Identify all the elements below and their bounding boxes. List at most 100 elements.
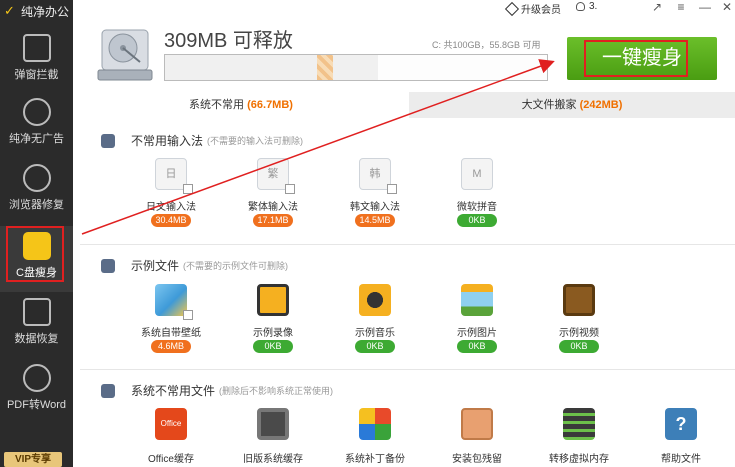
sidebar-item-popup-block[interactable]: 弹窗拦截 — [0, 28, 73, 94]
recovery-icon — [22, 298, 51, 326]
sidebar-item-label: 浏览器修复 — [9, 199, 64, 211]
item-name: 繁体输入法 — [248, 202, 298, 213]
section-title: 不常用输入法 — [131, 134, 204, 148]
sidebar-item-data-recovery[interactable]: 数据恢复 — [0, 292, 73, 358]
sidebar-item-label: 弹窗拦截 — [14, 69, 59, 81]
item-size-badge: 30.4MB — [151, 214, 191, 227]
film-icon — [563, 284, 595, 316]
hard-disk-icon — [97, 29, 153, 81]
user-account[interactable]: 3. — [576, 1, 597, 12]
office-icon: Office — [155, 408, 187, 440]
item-name: 示例录像 — [253, 328, 293, 339]
item-name: 示例音乐 — [355, 328, 395, 339]
picture-icon — [461, 284, 493, 316]
item-name: 转移虚拟内存 — [549, 454, 609, 465]
monitor-icon — [257, 408, 289, 440]
app-title: 纯净办公 — [21, 4, 70, 19]
memory-chip-icon — [563, 408, 595, 440]
item-size-badge: 14.5MB — [355, 214, 395, 227]
block-icon — [22, 34, 51, 62]
sidebar-item-c-drive-slim[interactable]: C盘瘦身 — [0, 226, 73, 292]
sidebar-item-label: PDF转Word — [6, 399, 67, 411]
sidebar-item-label: 纯净无广告 — [9, 133, 64, 145]
item-name: 帮助文件 — [661, 454, 701, 465]
item-name: 示例图片 — [457, 328, 497, 339]
item-checkbox[interactable] — [183, 310, 193, 320]
patch-icon — [359, 408, 391, 440]
section-note: (不需要的输入法可删除) — [207, 136, 304, 146]
ime-pinyin-icon: M — [461, 158, 493, 190]
section-title-ime: 不常用输入法 (不需要的输入法可删除) — [101, 132, 303, 149]
item-name: 系统补丁备份 — [345, 454, 405, 465]
tab-label: 系统不常用 — [189, 99, 245, 111]
tab-label: 大文件搬家 — [521, 99, 577, 111]
system-files-section-icon — [101, 383, 115, 398]
close-icon[interactable]: ✕ — [720, 0, 734, 14]
highlight-box — [584, 40, 688, 77]
tab-system-uncommon[interactable]: 系统不常用 (66.7MB) — [73, 92, 409, 118]
item-size-badge: 17.1MB — [253, 214, 293, 227]
tab-big-file-move[interactable]: 大文件搬家 (242MB) — [409, 92, 735, 118]
one-click-slim-button[interactable]: 一键瘦身 — [567, 37, 717, 80]
section-divider — [80, 244, 735, 245]
ad-free-icon — [22, 98, 51, 126]
item-checkbox[interactable] — [387, 184, 397, 194]
item-checkbox[interactable] — [183, 184, 193, 194]
item-name: 安装包残留 — [452, 454, 502, 465]
menu-icon[interactable]: ≡ — [674, 0, 688, 14]
camera-icon — [257, 284, 289, 316]
package-icon — [461, 408, 493, 440]
item-name: 微软拼音 — [457, 202, 497, 213]
tab-value: (242MB) — [579, 99, 623, 111]
item-name: 韩文输入法 — [350, 202, 400, 213]
tab-value: (66.7MB) — [247, 99, 293, 111]
item-name: Office缓存 — [148, 454, 194, 465]
releasable-segment — [317, 55, 333, 80]
minimize-icon[interactable]: — — [698, 0, 712, 14]
sidebar-item-ad-free[interactable]: 纯净无广告 — [0, 92, 73, 158]
releasable-size-title: 309MB 可释放 — [164, 30, 293, 52]
item-name: 日文输入法 — [146, 202, 196, 213]
item-size-badge: 0KB — [253, 340, 293, 353]
user-name: 3. — [589, 1, 598, 12]
item-size-badge: 0KB — [355, 340, 395, 353]
vip-badge[interactable]: VIP专享 — [4, 452, 62, 467]
app-logo-icon: ✓ — [4, 3, 15, 18]
section-title: 系统不常用文件 — [131, 384, 216, 398]
item-name: 示例视频 — [559, 328, 599, 339]
item-size-badge: 0KB — [457, 340, 497, 353]
item-size-badge: 0KB — [559, 340, 599, 353]
shield-home-icon — [22, 164, 51, 192]
sidebar: ✓ 纯净办公 弹窗拦截 纯净无广告 浏览器修复 C盘瘦身 数据恢复 PDF转Wo… — [0, 0, 73, 467]
app-brand: ✓ 纯净办公 — [0, 0, 73, 22]
user-icon — [576, 2, 585, 11]
highlight-box — [6, 226, 64, 282]
capacity-info: C: 共100GB，55.8GB 可用 — [432, 40, 541, 50]
sample-section-icon — [101, 258, 115, 273]
pdf-icon — [22, 364, 51, 392]
item-name: 旧版系统缓存 — [243, 454, 303, 465]
share-icon[interactable]: ↗ — [650, 0, 664, 14]
disk-usage-fill — [165, 55, 379, 80]
sidebar-item-pdf-to-word[interactable]: PDF转Word — [0, 358, 73, 424]
sidebar-item-browser-repair[interactable]: 浏览器修复 — [0, 158, 73, 224]
section-title-samples: 示例文件 (不需要的示例文件可删除) — [101, 257, 288, 274]
item-size-badge: 0KB — [457, 214, 497, 227]
section-note: (删除后不影响系统正常使用) — [219, 386, 334, 396]
sidebar-item-label: 数据恢复 — [14, 333, 59, 345]
vip-diamond-icon — [504, 1, 520, 16]
upgrade-member-button[interactable]: 升级会员 — [504, 1, 561, 16]
top-bar: 升级会员 3. ↗ ≡ — ✕ — [73, 0, 735, 16]
ime-section-icon — [101, 133, 115, 148]
music-disc-icon — [359, 284, 391, 316]
item-name: 系统自带壁纸 — [141, 328, 201, 339]
section-title-system-files: 系统不常用文件 (删除后不影响系统正常使用) — [101, 382, 333, 399]
item-size-badge: 4.6MB — [151, 340, 191, 353]
upgrade-label: 升级会员 — [521, 5, 561, 16]
section-divider — [80, 369, 735, 370]
item-checkbox[interactable] — [285, 184, 295, 194]
section-title: 示例文件 — [131, 259, 180, 273]
section-note: (不需要的示例文件可删除) — [183, 261, 289, 271]
help-icon: ? — [665, 408, 697, 440]
disk-usage-bar — [164, 54, 548, 81]
